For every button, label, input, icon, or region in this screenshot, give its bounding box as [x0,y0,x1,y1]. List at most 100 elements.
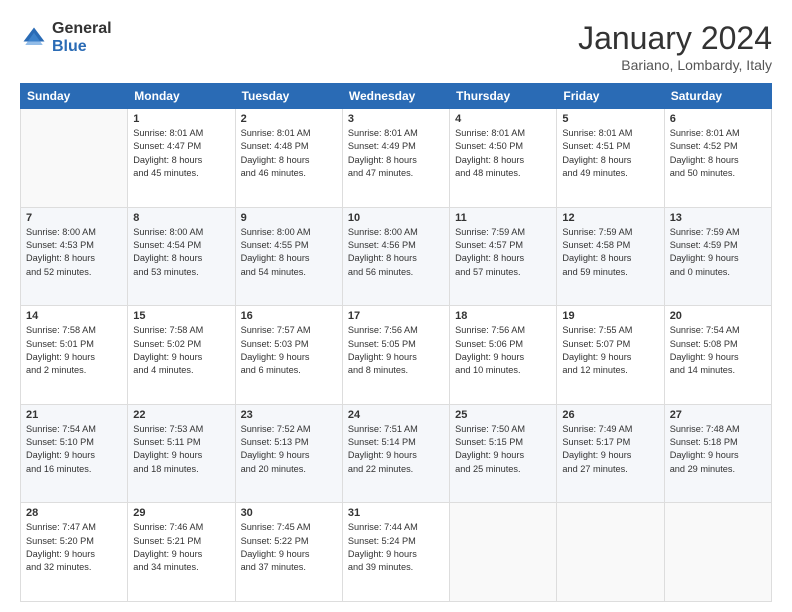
calendar-cell [664,503,771,602]
calendar-cell: 18 Sunrise: 7:56 AMSunset: 5:06 PMDayligh… [450,306,557,405]
calendar-cell: 12 Sunrise: 7:59 AMSunset: 4:58 PMDayligh… [557,207,664,306]
header-monday: Monday [128,84,235,109]
weekday-header-row: Sunday Monday Tuesday Wednesday Thursday… [21,84,772,109]
day-info: Sunrise: 8:00 AMSunset: 4:56 PMDaylight:… [348,226,444,279]
day-number: 4 [455,113,551,125]
calendar-cell: 17Sunrise: 7:56 AMSunset: 5:05 PMDayligh… [342,306,449,405]
page: General Blue January 2024 Bariano, Lomba… [0,0,792,612]
day-info: Sunrise: 7:45 AMSunset: 5:22 PMDaylight:… [241,521,337,574]
calendar-cell [21,109,128,208]
day-info: Sunrise: 7:53 AMSunset: 5:11 PMDaylight:… [133,423,229,476]
day-number: 30 [241,507,337,519]
day-number: 7 [26,212,122,224]
day-info: Sunrise: 7:46 AMSunset: 5:21 PMDaylight:… [133,521,229,574]
day-number: 13 [670,212,766,224]
month-title: January 2024 [578,20,772,57]
day-number: 31 [348,507,444,519]
calendar: Sunday Monday Tuesday Wednesday Thursday… [20,83,772,602]
calendar-cell: 8Sunrise: 8:00 AMSunset: 4:54 PMDaylight… [128,207,235,306]
logo-general: General [52,20,112,38]
header-wednesday: Wednesday [342,84,449,109]
calendar-week-2: 7 Sunrise: 8:00 AMSunset: 4:53 PMDaylight… [21,207,772,306]
day-number: 6 [670,113,766,125]
calendar-cell: 15 Sunrise: 7:58 AMSunset: 5:02 PMDayligh… [128,306,235,405]
calendar-cell: 19Sunrise: 7:55 AMSunset: 5:07 PMDayligh… [557,306,664,405]
day-info: Sunrise: 8:01 AMSunset: 4:50 PMDaylight:… [455,127,551,180]
header-saturday: Saturday [664,84,771,109]
day-number: 11 [455,212,551,224]
day-info: Sunrise: 8:01 AMSunset: 4:48 PMDaylight:… [241,127,337,180]
day-info: Sunrise: 8:00 AMSunset: 4:53 PMDaylight:… [26,226,122,279]
day-info: Sunrise: 7:58 AMSunset: 5:01 PMDaylight:… [26,324,122,377]
day-number: 29 [133,507,229,519]
calendar-cell: 23 Sunrise: 7:52 AMSunset: 5:13 PMDayligh… [235,404,342,503]
calendar-week-1: 1Sunrise: 8:01 AMSunset: 4:47 PMDaylight… [21,109,772,208]
day-number: 3 [348,113,444,125]
subtitle: Bariano, Lombardy, Italy [578,57,772,73]
calendar-cell: 16Sunrise: 7:57 AMSunset: 5:03 PMDayligh… [235,306,342,405]
header: General Blue January 2024 Bariano, Lomba… [20,20,772,73]
day-info: Sunrise: 7:56 AMSunset: 5:05 PMDaylight:… [348,324,444,377]
day-info: Sunrise: 7:47 AMSunset: 5:20 PMDaylight:… [26,521,122,574]
day-info: Sunrise: 8:01 AMSunset: 4:49 PMDaylight:… [348,127,444,180]
day-info: Sunrise: 8:01 AMSunset: 4:52 PMDaylight:… [670,127,766,180]
day-number: 27 [670,409,766,421]
day-number: 28 [26,507,122,519]
day-number: 25 [455,409,551,421]
calendar-cell [450,503,557,602]
calendar-week-4: 21 Sunrise: 7:54 AMSunset: 5:10 PMDayligh… [21,404,772,503]
calendar-cell: 7 Sunrise: 8:00 AMSunset: 4:53 PMDaylight… [21,207,128,306]
day-info: Sunrise: 7:57 AMSunset: 5:03 PMDaylight:… [241,324,337,377]
day-number: 21 [26,409,122,421]
title-section: January 2024 Bariano, Lombardy, Italy [578,20,772,73]
header-tuesday: Tuesday [235,84,342,109]
calendar-week-5: 28 Sunrise: 7:47 AMSunset: 5:20 PMDayligh… [21,503,772,602]
calendar-cell: 9 Sunrise: 8:00 AMSunset: 4:55 PMDaylight… [235,207,342,306]
day-info: Sunrise: 7:55 AMSunset: 5:07 PMDaylight:… [562,324,658,377]
day-info: Sunrise: 7:54 AMSunset: 5:08 PMDaylight:… [670,324,766,377]
day-info: Sunrise: 7:49 AMSunset: 5:17 PMDaylight:… [562,423,658,476]
day-number: 26 [562,409,658,421]
day-number: 22 [133,409,229,421]
calendar-cell [557,503,664,602]
day-info: Sunrise: 7:54 AMSunset: 5:10 PMDaylight:… [26,423,122,476]
calendar-cell: 1Sunrise: 8:01 AMSunset: 4:47 PMDaylight… [128,109,235,208]
logo: General Blue [20,20,112,55]
day-info: Sunrise: 8:01 AMSunset: 4:51 PMDaylight:… [562,127,658,180]
calendar-cell: 11Sunrise: 7:59 AMSunset: 4:57 PMDayligh… [450,207,557,306]
calendar-cell: 13 Sunrise: 7:59 AMSunset: 4:59 PMDayligh… [664,207,771,306]
day-number: 12 [562,212,658,224]
calendar-cell: 31Sunrise: 7:44 AMSunset: 5:24 PMDayligh… [342,503,449,602]
day-number: 24 [348,409,444,421]
day-number: 23 [241,409,337,421]
calendar-cell: 21 Sunrise: 7:54 AMSunset: 5:10 PMDayligh… [21,404,128,503]
day-number: 15 [133,310,229,322]
day-info: Sunrise: 7:50 AMSunset: 5:15 PMDaylight:… [455,423,551,476]
calendar-cell: 22 Sunrise: 7:53 AMSunset: 5:11 PMDayligh… [128,404,235,503]
calendar-cell: 5 Sunrise: 8:01 AMSunset: 4:51 PMDaylight… [557,109,664,208]
calendar-cell: 24 Sunrise: 7:51 AMSunset: 5:14 PMDayligh… [342,404,449,503]
day-info: Sunrise: 7:59 AMSunset: 4:59 PMDaylight:… [670,226,766,279]
day-info: Sunrise: 7:52 AMSunset: 5:13 PMDaylight:… [241,423,337,476]
header-sunday: Sunday [21,84,128,109]
calendar-cell: 14Sunrise: 7:58 AMSunset: 5:01 PMDayligh… [21,306,128,405]
day-info: Sunrise: 8:00 AMSunset: 4:55 PMDaylight:… [241,226,337,279]
day-number: 5 [562,113,658,125]
logo-icon [20,24,48,52]
day-info: Sunrise: 7:51 AMSunset: 5:14 PMDaylight:… [348,423,444,476]
calendar-cell: 20 Sunrise: 7:54 AMSunset: 5:08 PMDayligh… [664,306,771,405]
calendar-cell: 3 Sunrise: 8:01 AMSunset: 4:49 PMDaylight… [342,109,449,208]
calendar-cell: 26 Sunrise: 7:49 AMSunset: 5:17 PMDayligh… [557,404,664,503]
day-info: Sunrise: 7:59 AMSunset: 4:58 PMDaylight:… [562,226,658,279]
calendar-cell: 25 Sunrise: 7:50 AMSunset: 5:15 PMDayligh… [450,404,557,503]
calendar-cell: 28 Sunrise: 7:47 AMSunset: 5:20 PMDayligh… [21,503,128,602]
calendar-cell: 10Sunrise: 8:00 AMSunset: 4:56 PMDayligh… [342,207,449,306]
header-thursday: Thursday [450,84,557,109]
day-info: Sunrise: 8:00 AMSunset: 4:54 PMDaylight:… [133,226,229,279]
calendar-cell: 4 Sunrise: 8:01 AMSunset: 4:50 PMDaylight… [450,109,557,208]
day-info: Sunrise: 7:58 AMSunset: 5:02 PMDaylight:… [133,324,229,377]
day-number: 20 [670,310,766,322]
day-info: Sunrise: 7:56 AMSunset: 5:06 PMDaylight:… [455,324,551,377]
day-number: 9 [241,212,337,224]
day-number: 18 [455,310,551,322]
